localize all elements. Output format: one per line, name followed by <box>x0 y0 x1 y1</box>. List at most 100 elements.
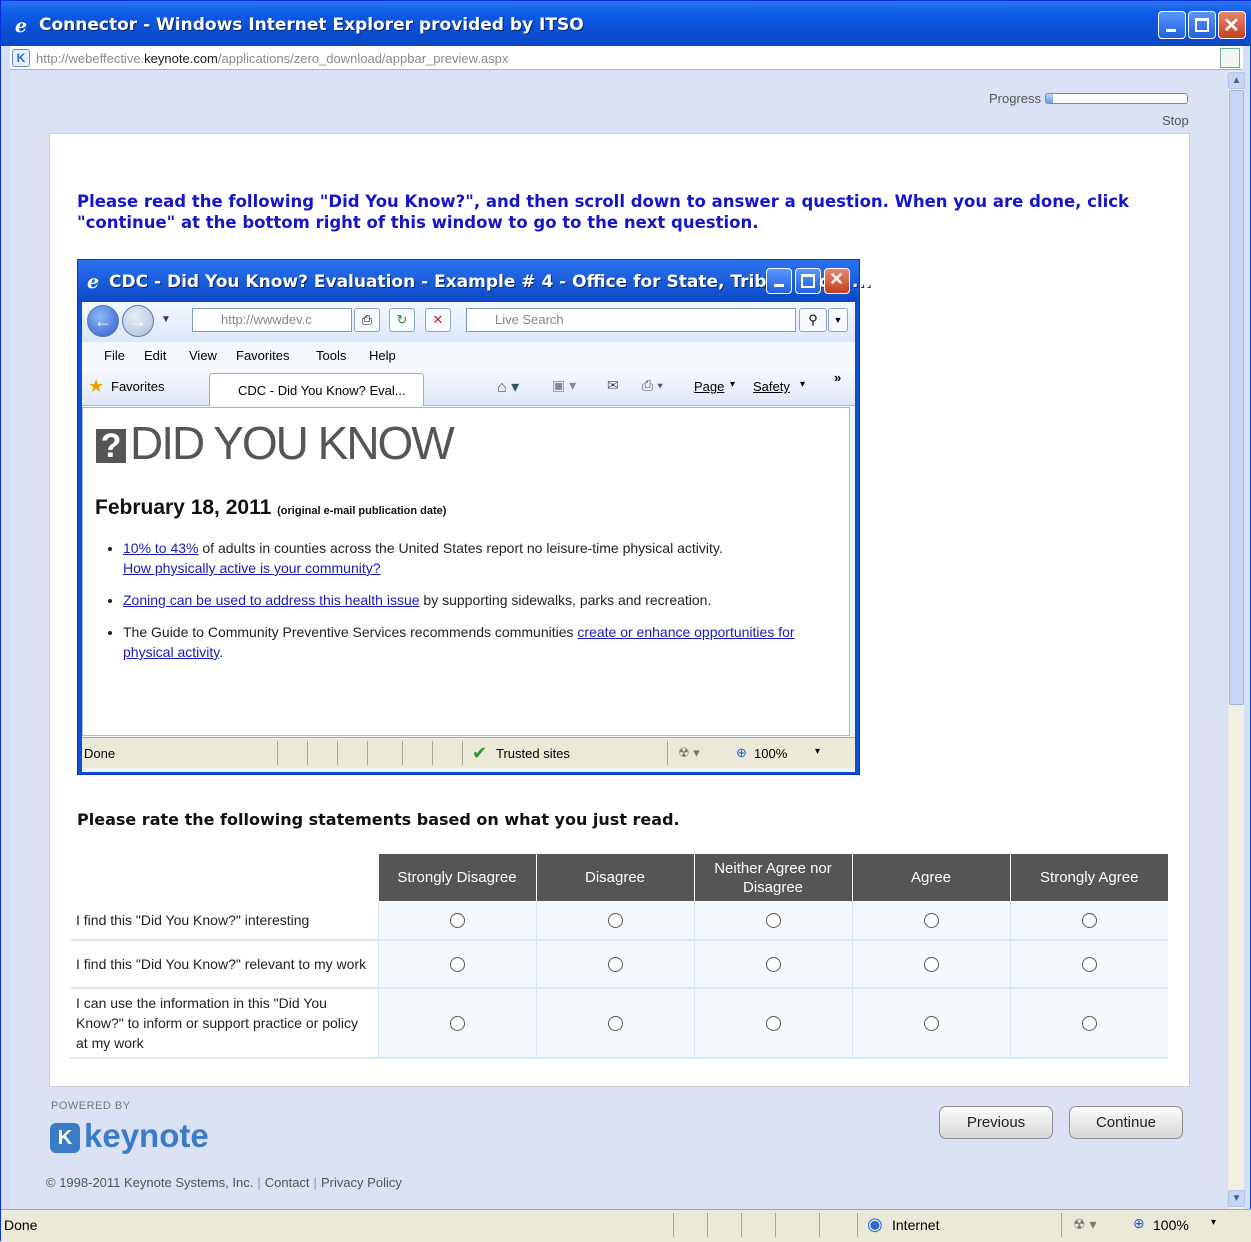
radio-interesting-strongly-disagree[interactable] <box>449 913 465 929</box>
zoom-label[interactable]: 100% <box>1153 1217 1189 1233</box>
maximize-button[interactable] <box>1188 11 1216 39</box>
column-strongly-disagree: Strongly Disagree <box>377 854 536 901</box>
address-url[interactable]: http://webeffective.keynote.com/applicat… <box>36 51 508 66</box>
radio-use-strongly-disagree[interactable] <box>449 1016 465 1032</box>
contact-link[interactable]: Contact <box>265 1175 310 1190</box>
minimize-button[interactable] <box>1158 11 1186 39</box>
forward-icon: → <box>122 305 154 337</box>
screenshot-menu-bar: File Edit View Favorites Tools Help <box>82 342 855 368</box>
search-options-icon: ▼ <box>828 308 848 332</box>
radio-interesting-strongly-agree[interactable] <box>1081 913 1097 929</box>
list-item: 10% to 43% of adults in counties across … <box>123 538 833 578</box>
scroll-up-icon[interactable]: ▲ <box>1228 72 1245 89</box>
check-icon: ✔ <box>472 743 488 763</box>
vertical-scrollbar[interactable]: ▲ ▼ <box>1227 71 1245 1209</box>
screenshot-favorites-bar: ★ Favorites CDC - Did You Know? Eval... … <box>82 368 855 406</box>
radio-relevant-strongly-disagree[interactable] <box>449 957 465 973</box>
security-icon[interactable]: ☢ ▾ <box>1073 1216 1096 1233</box>
radio-use-strongly-agree[interactable] <box>1081 1016 1097 1032</box>
radio-interesting-neither[interactable] <box>765 913 781 929</box>
scroll-down-icon[interactable]: ▼ <box>1228 1190 1245 1207</box>
column-strongly-agree: Strongly Agree <box>1009 854 1168 901</box>
progress-fill <box>1046 94 1054 103</box>
zone-label: Internet <box>892 1217 940 1233</box>
radio-relevant-strongly-agree[interactable] <box>1081 957 1097 973</box>
zoom-icon[interactable]: ⊕ <box>1133 1215 1145 1232</box>
menu-tools: Tools <box>316 348 347 363</box>
screenshot-title-bar: e CDC - Did You Know? Evaluation - Examp… <box>78 260 871 302</box>
home-icon: ⌂ ▾ <box>497 379 520 396</box>
survey-card: Please read the following "Did You Know?… <box>49 133 1190 1087</box>
status-bar: Done ◉ Internet ☢ ▾ ⊕ 100% ▾ <box>1 1209 1251 1242</box>
window-title: Connector - Windows Internet Explorer pr… <box>39 15 584 35</box>
screenshot-search: Live Search <box>466 308 796 332</box>
radio-relevant-disagree[interactable] <box>607 957 623 973</box>
screenshot-nav-bar: ← → ▼ http://wwwdev.c ⎙ ↻ ✕ Live Search … <box>82 302 855 342</box>
list-item: Zoning can be used to address this healt… <box>123 590 833 610</box>
privacy-policy-link[interactable]: Privacy Policy <box>321 1175 402 1190</box>
close-button[interactable]: ✕ <box>1218 11 1246 39</box>
menu-edit: Edit <box>144 348 167 363</box>
history-dropdown-icon: ▼ <box>161 314 171 325</box>
rating-heading: Please rate the following statements bas… <box>77 810 680 829</box>
column-neither: Neither Agree nor Disagree <box>693 854 852 901</box>
screenshot-title: CDC - Did You Know? Evaluation - Example… <box>109 272 872 292</box>
statement-relevant: I find this "Did You Know?" relevant to … <box>70 940 378 989</box>
dyk-date: February 18, 2011 (original e-mail publi… <box>95 496 447 519</box>
scroll-thumb[interactable] <box>1229 90 1244 705</box>
address-bar[interactable]: K http://webeffective.keynote.com/applic… <box>10 46 1243 70</box>
progress-bar <box>1045 93 1188 104</box>
zoom-dropdown-icon[interactable]: ▾ <box>1211 1217 1216 1228</box>
column-agree: Agree <box>851 854 1010 901</box>
progress-label: Progress <box>989 91 1042 106</box>
screenshot-minimize-icon <box>766 268 792 294</box>
menu-view: View <box>189 348 217 363</box>
previous-button[interactable]: Previous <box>939 1106 1053 1139</box>
dyk-page: ? DID YOU KNOW February 18, 2011 (origina… <box>82 407 850 736</box>
compat-icon: ⎙ <box>354 308 380 332</box>
ie-icon: e <box>87 271 99 291</box>
safety-menu-arrow-icon: ▾ <box>800 379 806 390</box>
screenshot-body: ← → ▼ http://wwwdev.c ⎙ ↻ ✕ Live Search … <box>82 302 855 772</box>
feeds-icon: ▣ ▾ <box>552 377 577 393</box>
table-row: I find this "Did You Know?" relevant to … <box>70 940 1168 989</box>
radio-relevant-neither[interactable] <box>765 957 781 973</box>
dyk-bullets: 10% to 43% of adults in counties across … <box>123 538 833 674</box>
back-icon: ← <box>87 305 119 337</box>
search-icon: ⚲ <box>799 308 827 332</box>
did-you-know-logo: ? DID YOU KNOW <box>96 416 455 470</box>
radio-use-agree[interactable] <box>923 1016 939 1032</box>
overflow-chevron-icon: » <box>834 370 842 385</box>
radio-relevant-agree[interactable] <box>923 957 939 973</box>
continue-button[interactable]: Continue <box>1069 1106 1183 1139</box>
page-menu-arrow-icon: ▾ <box>730 379 736 390</box>
radio-interesting-agree[interactable] <box>923 913 939 929</box>
radio-interesting-disagree[interactable] <box>607 913 623 929</box>
embedded-browser-screenshot: e CDC - Did You Know? Evaluation - Examp… <box>77 259 871 775</box>
keynote-mark-icon: K <box>50 1123 80 1153</box>
compat-view-icon[interactable] <box>1220 48 1240 68</box>
zone-label: Trusted sites <box>496 746 570 761</box>
community-link: How physically active is your community? <box>123 560 381 576</box>
browser-window: e Connector - Windows Internet Explorer … <box>0 0 1251 1242</box>
copyright-line: © 1998-2011 Keynote Systems, Inc. | Contac… <box>46 1175 402 1190</box>
zoning-link: Zoning can be used to address this healt… <box>123 592 420 608</box>
safety-menu: Safety <box>753 379 790 394</box>
zoom-label: 100% <box>754 746 788 761</box>
statement-interesting: I find this "Did You Know?" interesting <box>70 901 378 941</box>
status-text: Done <box>4 1217 38 1233</box>
column-disagree: Disagree <box>535 854 694 901</box>
favorites-label: Favorites <box>111 379 165 394</box>
zoom-dropdown-icon: ▾ <box>815 746 821 757</box>
instructions-text: Please read the following "Did You Know?… <box>77 192 1130 232</box>
table-row: I can use the information in this "Did Y… <box>70 988 1168 1059</box>
stop-link[interactable]: Stop <box>1162 113 1189 128</box>
radio-use-neither[interactable] <box>765 1016 781 1032</box>
title-bar: e Connector - Windows Internet Explorer … <box>1 1 1251 46</box>
radio-use-disagree[interactable] <box>607 1016 623 1032</box>
ie-icon: e <box>15 15 27 35</box>
menu-help: Help <box>369 348 396 363</box>
print-icon: ⎙ ▾ <box>642 377 663 393</box>
statement-use-info: I can use the information in this "Did Y… <box>70 988 378 1059</box>
zoom-icon: ⊕ <box>736 745 747 760</box>
